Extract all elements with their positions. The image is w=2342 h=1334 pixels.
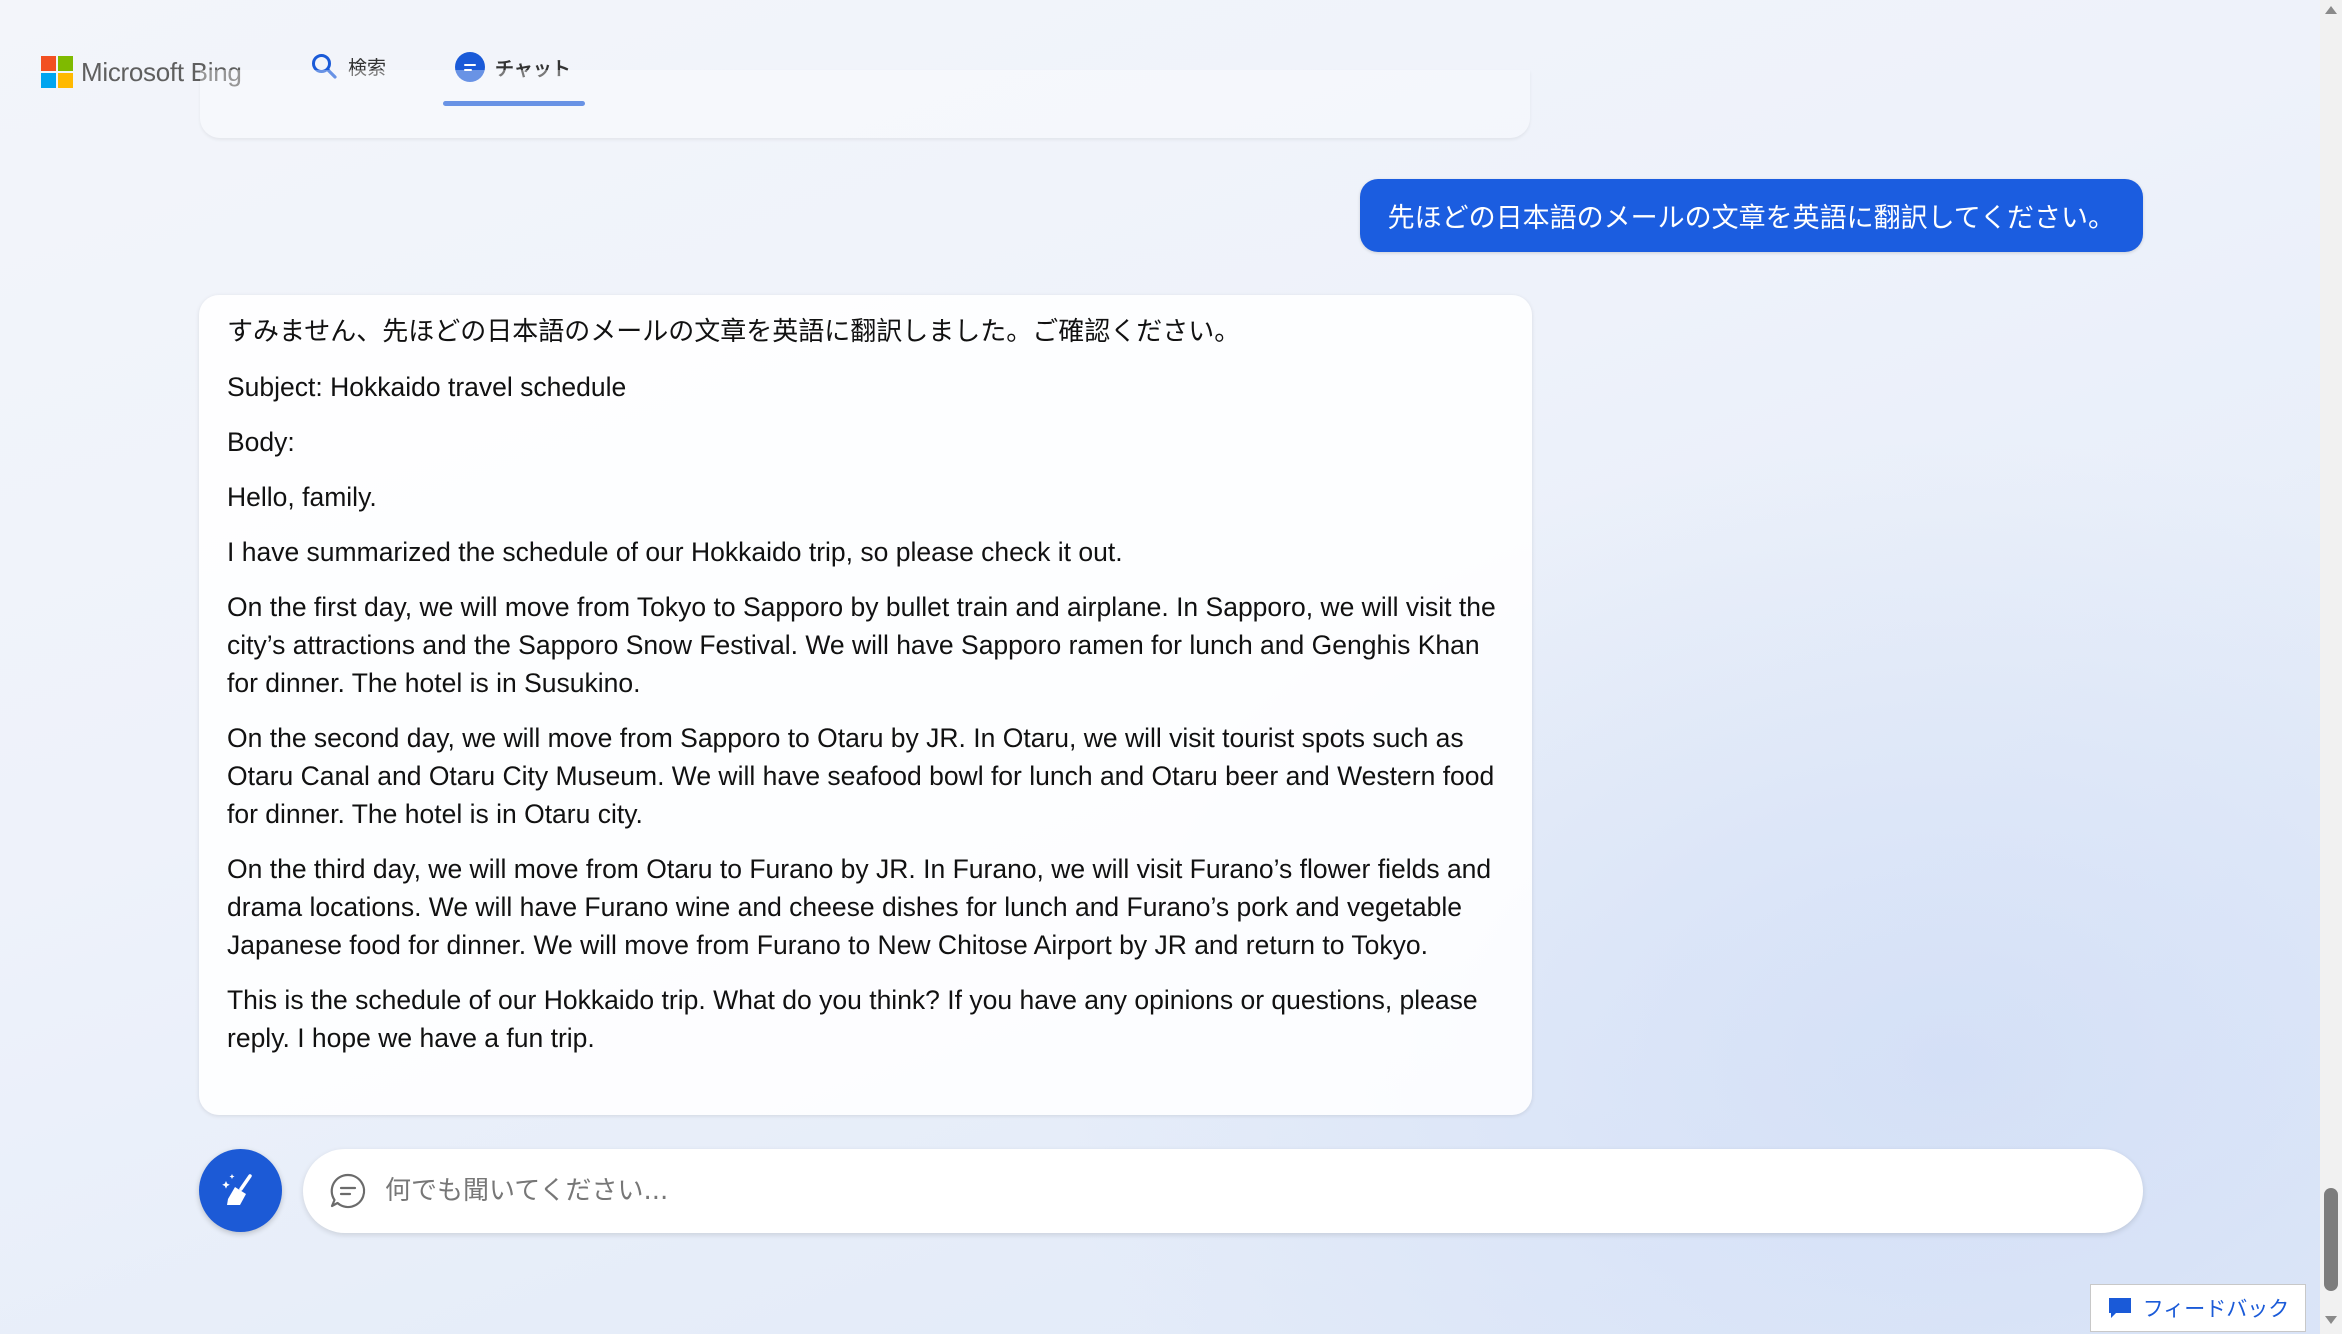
email-body-label: Body: [227,427,295,457]
feedback-icon [2108,1298,2131,1318]
scrollbar-thumb[interactable] [2324,1188,2338,1291]
chat-input-field[interactable] [383,1175,2087,1207]
email-greeting: Hello, family. [227,482,377,512]
previous-message-card [200,70,1530,138]
user-message-bubble: 先ほどの日本語のメールの文章を英語に翻訳してください。 [1359,179,2143,252]
new-topic-button[interactable] [199,1149,282,1232]
email-paragraph: On the first day, we will move from Toky… [227,592,1496,698]
scroll-down-arrow-icon[interactable] [2325,1316,2337,1324]
chat-input-box[interactable] [303,1149,2143,1233]
feedback-button[interactable]: フィードバック [2090,1284,2306,1332]
email-paragraph: I have summarized the schedule of our Ho… [227,537,1123,567]
email-paragraph: On the second day, we will move from Sap… [227,723,1495,829]
email-paragraph: On the third day, we will move from Otar… [227,854,1492,960]
broom-icon [221,1173,252,1205]
feedback-label: フィードバック [2142,1297,2290,1321]
scroll-up-arrow-icon[interactable] [2325,6,2337,14]
vertical-scrollbar[interactable] [2320,0,2342,1334]
email-subject: Subject: Hokkaido travel schedule [227,372,627,402]
bot-intro-text: すみません、先ほどの日本語のメールの文章を英語に翻訳しました。ご確認ください。 [227,317,1241,347]
email-paragraph: This is the schedule of our Hokkaido tri… [227,985,1478,1053]
microsoft-logo-icon [41,56,73,88]
chat-compose-icon [330,1173,366,1209]
bot-response-card: すみません、先ほどの日本語のメールの文章を英語に翻訳しました。ご確認ください。 … [199,295,1532,1115]
